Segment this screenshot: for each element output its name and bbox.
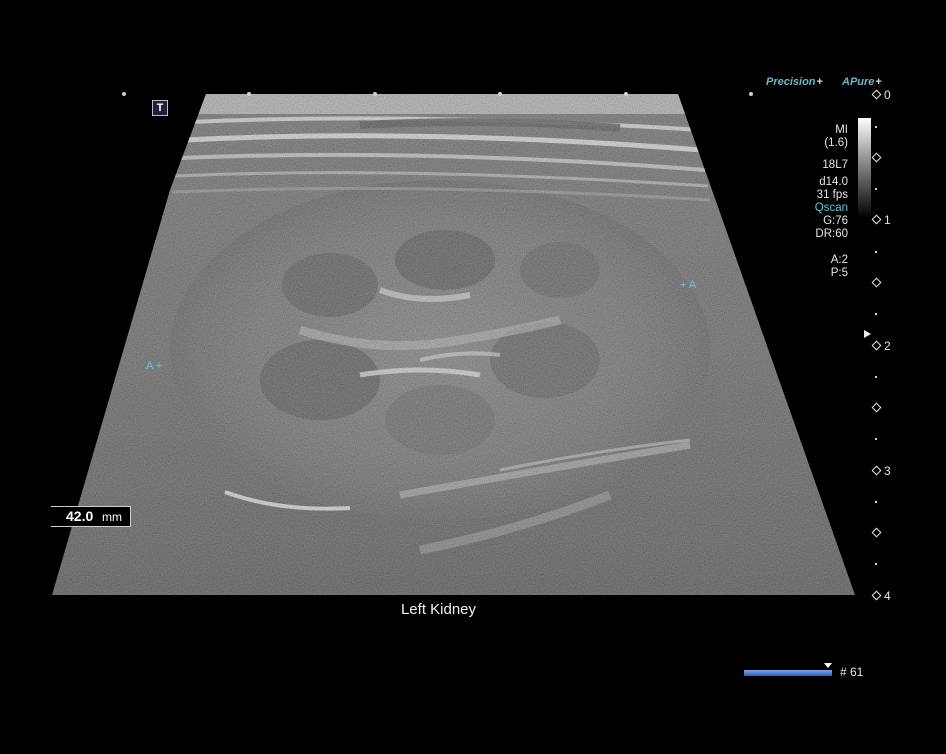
dynamic-range-label: DR:60 — [815, 228, 848, 240]
cine-position-icon[interactable] — [823, 663, 832, 668]
a-label: A:2 — [830, 254, 848, 266]
frame-counter: # 61 — [840, 665, 864, 679]
depth-dot — [875, 563, 877, 565]
precision-text: Precision — [766, 76, 816, 88]
depth-dot — [875, 188, 877, 190]
image-caption: Left Kidney — [400, 601, 477, 618]
top-marker-dot — [247, 92, 251, 96]
top-marker-dot — [624, 92, 628, 96]
apure-prefix: A — [842, 76, 850, 88]
precision-plus: + — [816, 76, 823, 88]
depth-label-2: 2 — [884, 339, 891, 353]
top-marker-dot — [498, 92, 502, 96]
qscan-label: Qscan — [814, 202, 848, 214]
caliper-marker-left[interactable]: A + — [146, 360, 162, 372]
ultrasound-viewer: T Precision+ APure+ MI (1.6) 18L7 d14.0 … — [0, 0, 946, 754]
depth-label-1: 1 — [884, 213, 891, 227]
depth-label-4: 4 — [884, 589, 891, 603]
fps-label: 31 fps — [816, 189, 848, 201]
precision-label: Precision+ — [766, 76, 823, 88]
p-label: P:5 — [830, 267, 848, 279]
cine-progress-bar[interactable] — [744, 670, 832, 676]
apure-plus: + — [875, 76, 882, 88]
mi-label: MI — [835, 124, 848, 136]
measurement-value: 42.0 — [66, 508, 94, 524]
top-marker-dot — [122, 92, 126, 96]
caliper-marker-right[interactable]: + A — [680, 279, 696, 291]
depth-dot — [875, 126, 877, 128]
focus-marker-icon[interactable] — [864, 330, 871, 338]
depth-dot — [875, 313, 877, 315]
depth-label: d14.0 — [819, 176, 848, 188]
gain-label: G:76 — [823, 215, 848, 227]
depth-dot — [875, 438, 877, 440]
depth-label-0: 0 — [884, 88, 891, 102]
depth-label-3: 3 — [884, 464, 891, 478]
depth-dot — [875, 501, 877, 503]
ultrasound-image — [52, 94, 855, 595]
depth-dot — [875, 251, 877, 253]
measurement-unit: mm — [102, 510, 122, 524]
imaging-parameters: MI (1.6) 18L7 d14.0 31 fps Qscan G:76 DR… — [796, 124, 848, 280]
grayscale-bar — [858, 118, 871, 218]
text-annotation-button[interactable]: T — [152, 100, 168, 116]
mi-value: (1.6) — [824, 137, 848, 149]
apure-text: Pure — [849, 76, 875, 88]
top-marker-dot — [749, 92, 753, 96]
depth-dot — [875, 376, 877, 378]
probe-label: 18L7 — [822, 159, 848, 171]
top-marker-dot — [373, 92, 377, 96]
apure-label: APure+ — [842, 76, 882, 88]
